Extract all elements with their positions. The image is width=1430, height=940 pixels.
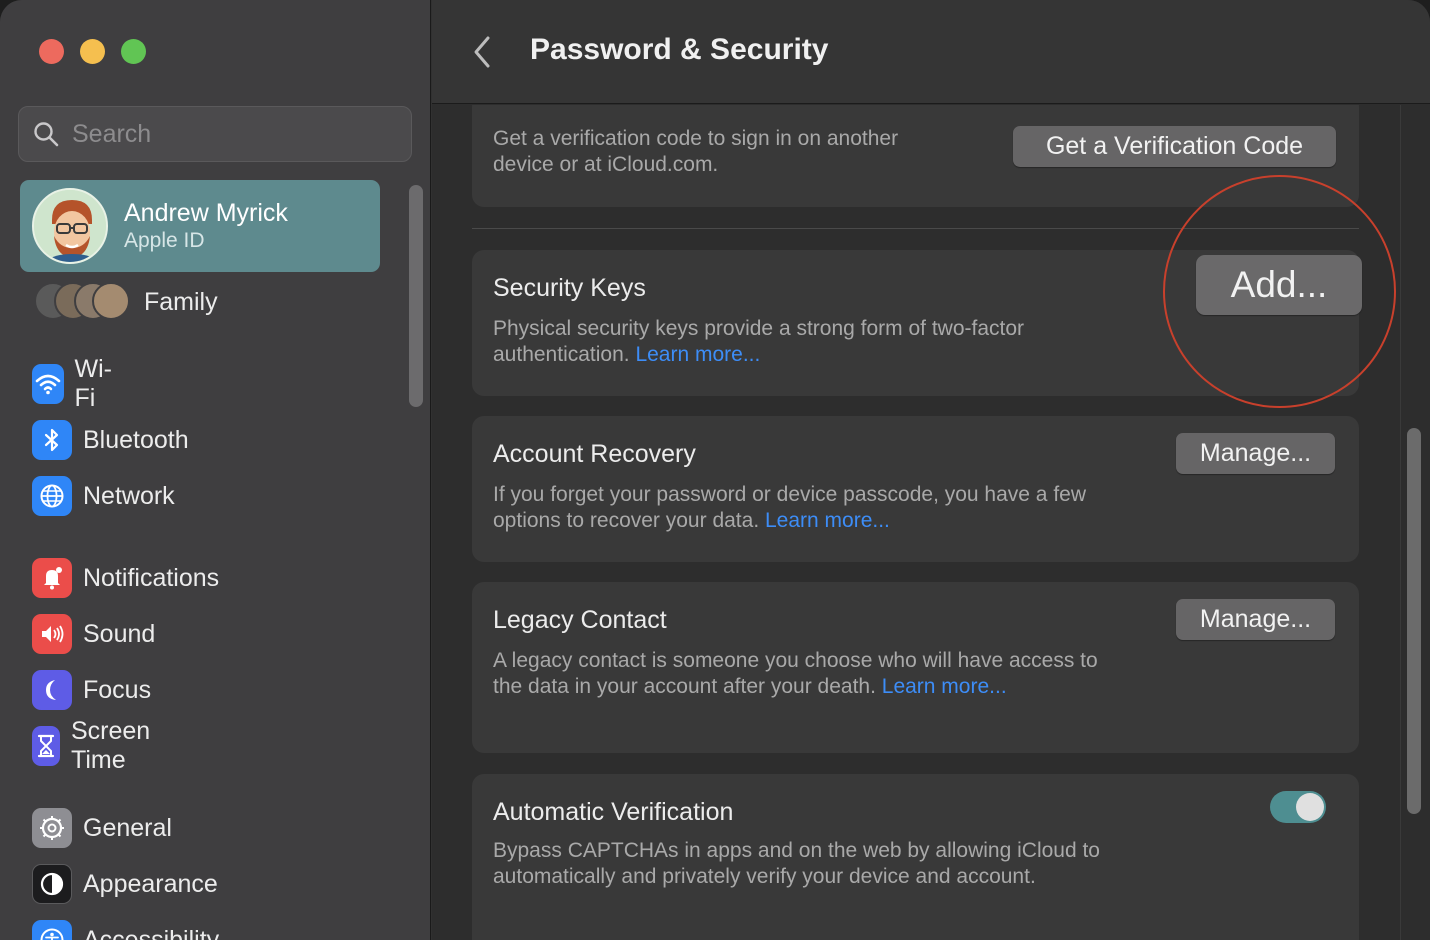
settings-content: Get a verification code to sign in on an… [432, 105, 1430, 940]
search-field[interactable] [18, 106, 412, 162]
globe-icon [32, 476, 72, 516]
sidebar-item-label: Wi-Fi [74, 355, 113, 412]
account-recovery-card: Account Recovery If you forget your pass… [472, 416, 1359, 562]
automatic-verification-toggle[interactable] [1270, 791, 1326, 823]
scroll-track [1400, 105, 1401, 940]
learn-more-link[interactable]: Learn more... [635, 343, 760, 366]
manage-legacy-contact-button[interactable]: Manage... [1176, 599, 1335, 640]
account-recovery-heading: Account Recovery [493, 440, 696, 468]
family-avatar [92, 282, 130, 320]
sidebar-item-network[interactable]: Network [32, 475, 175, 517]
moon-icon [32, 670, 72, 710]
memoji-avatar-icon [34, 190, 106, 262]
verification-code-card: Get a verification code to sign in on an… [472, 105, 1359, 207]
learn-more-link[interactable]: Learn more... [882, 675, 1007, 698]
sidebar-item-label: Accessibility [83, 925, 220, 940]
sidebar-item-label: Screen Time [71, 717, 151, 774]
automatic-verification-heading: Automatic Verification [493, 798, 734, 826]
search-icon [34, 122, 59, 147]
sidebar-item-label: Appearance [83, 869, 218, 898]
sidebar-scrollbar[interactable] [409, 185, 423, 407]
sidebar-item-bluetooth[interactable]: Bluetooth [32, 419, 189, 461]
zoom-window-button[interactable] [121, 39, 146, 64]
sidebar-item-label: Network [83, 481, 175, 510]
wifi-icon [32, 364, 64, 404]
system-settings-window: Andrew Myrick Apple ID Family Wi-Fi [0, 0, 1430, 940]
family-avatars [34, 282, 130, 322]
sidebar-item-family[interactable]: Family [34, 282, 218, 322]
sidebar-item-label: Bluetooth [83, 425, 189, 454]
account-name: Andrew Myrick [124, 199, 288, 227]
speaker-icon [32, 614, 72, 654]
sidebar-item-sound[interactable]: Sound [32, 613, 155, 655]
sidebar-item-label: Focus [83, 675, 152, 704]
security-keys-heading: Security Keys [493, 274, 646, 302]
gear-icon [32, 808, 72, 848]
minimize-window-button[interactable] [80, 39, 105, 64]
sidebar-item-wifi[interactable]: Wi-Fi [32, 355, 120, 412]
search-input[interactable] [72, 119, 392, 149]
automatic-verification-card: Automatic Verification Bypass CAPTCHAs i… [472, 774, 1359, 940]
account-subtitle: Apple ID [124, 229, 205, 252]
back-chevron-icon[interactable] [468, 32, 498, 72]
sidebar-item-accessibility[interactable]: Accessibility [32, 919, 219, 940]
learn-more-link[interactable]: Learn more... [765, 509, 890, 532]
legacy-contact-card: Legacy Contact A legacy contact is someo… [472, 582, 1359, 753]
hourglass-icon [32, 726, 60, 766]
legacy-contact-description-text: A legacy contact is someone you choose w… [493, 649, 1098, 698]
page-title: Password & Security [530, 33, 829, 66]
main-scrollbar[interactable] [1407, 428, 1421, 814]
bluetooth-icon [32, 420, 72, 460]
account-recovery-description: If you forget your password or device pa… [493, 482, 1133, 534]
get-verification-code-button[interactable]: Get a Verification Code [1013, 126, 1336, 167]
security-keys-card: Security Keys Physical security keys pro… [472, 250, 1362, 396]
sidebar: Andrew Myrick Apple ID Family Wi-Fi [0, 0, 431, 940]
toolbar: Password & Security [432, 0, 1430, 104]
legacy-contact-heading: Legacy Contact [493, 606, 667, 634]
sidebar-item-label: General [83, 813, 172, 842]
window-controls [39, 39, 146, 64]
verification-code-description: Get a verification code to sign in on an… [493, 127, 899, 176]
sidebar-item-apple-id[interactable]: Andrew Myrick Apple ID [20, 180, 380, 272]
sidebar-item-label: Notifications [83, 563, 220, 592]
bell-icon [32, 558, 72, 598]
accessibility-icon [32, 920, 72, 940]
close-window-button[interactable] [39, 39, 64, 64]
sidebar-item-appearance[interactable]: Appearance [32, 863, 218, 905]
family-label: Family [144, 287, 218, 316]
appearance-icon [32, 864, 72, 904]
sidebar-item-focus[interactable]: Focus [32, 669, 151, 711]
sidebar-item-screen-time[interactable]: Screen Time [32, 717, 162, 774]
main-pane: Password & Security Get a verification c… [432, 0, 1430, 940]
toggle-knob [1296, 793, 1324, 821]
section-divider [472, 228, 1359, 229]
automatic-verification-description: Bypass CAPTCHAs in apps and on the web b… [493, 839, 1100, 888]
sidebar-item-general[interactable]: General [32, 807, 172, 849]
avatar [32, 188, 108, 264]
add-security-key-button[interactable]: Add... [1196, 255, 1362, 315]
sidebar-item-label: Sound [83, 619, 156, 648]
legacy-contact-description: A legacy contact is someone you choose w… [493, 648, 1113, 700]
security-keys-description: Physical security keys provide a strong … [493, 316, 1113, 368]
manage-account-recovery-button[interactable]: Manage... [1176, 433, 1335, 474]
sidebar-item-notifications[interactable]: Notifications [32, 557, 219, 599]
